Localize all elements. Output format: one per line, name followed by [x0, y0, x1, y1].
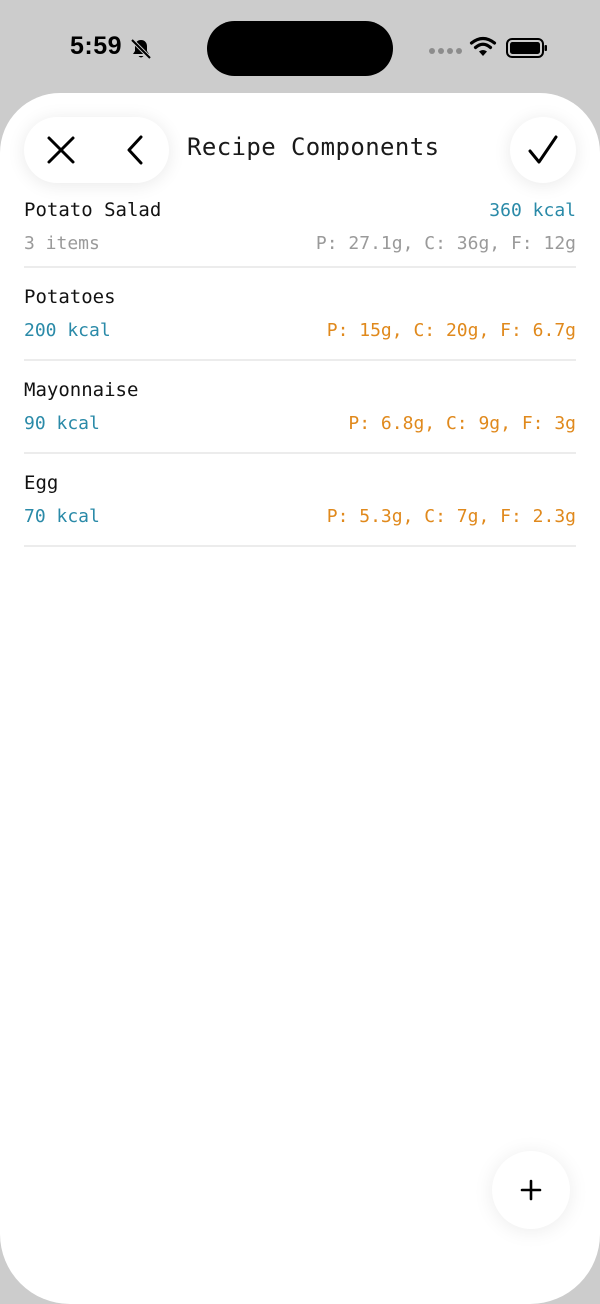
add-component-button[interactable]	[492, 1151, 570, 1229]
confirm-button[interactable]	[510, 117, 576, 183]
bell-slash-icon	[130, 38, 152, 60]
component-name: Mayonnaise	[24, 379, 139, 401]
component-macros: P: 5.3g, C: 7g, F: 2.3g	[326, 506, 576, 527]
close-button[interactable]	[36, 125, 86, 175]
close-icon	[47, 136, 75, 164]
status-bar: 5:59	[0, 0, 600, 92]
component-kcal: 200 kcal	[24, 320, 111, 341]
chevron-left-icon	[127, 135, 143, 165]
list-item[interactable]: Egg 70 kcal P: 5.3g, C: 7g, F: 2.3g	[24, 454, 576, 547]
recipe-sheet: Recipe Components Potato Salad 360 kcal …	[0, 93, 600, 1304]
page-title: Recipe Components	[187, 133, 440, 161]
recipe-kcal: 360 kcal	[489, 200, 576, 221]
battery-icon	[506, 38, 547, 58]
component-macros: P: 15g, C: 20g, F: 6.7g	[326, 320, 576, 341]
wifi-icon	[469, 36, 497, 56]
component-kcal: 70 kcal	[24, 506, 100, 527]
signal-icon	[429, 48, 462, 54]
recipe-summary-row[interactable]: Potato Salad 360 kcal 3 items P: 27.1g, …	[24, 193, 576, 268]
checkmark-icon	[528, 135, 558, 164]
status-time: 5:59	[70, 32, 123, 60]
back-button[interactable]	[110, 125, 160, 175]
components-list: Potato Salad 360 kcal 3 items P: 27.1g, …	[24, 193, 576, 547]
item-count: 3 items	[24, 233, 100, 254]
recipe-macros: P: 27.1g, C: 36g, F: 12g	[315, 233, 576, 254]
component-macros: P: 6.8g, C: 9g, F: 3g	[348, 413, 576, 434]
list-item[interactable]: Potatoes 200 kcal P: 15g, C: 20g, F: 6.7…	[24, 268, 576, 361]
toolbar-pill	[24, 117, 169, 183]
plus-icon	[520, 1179, 542, 1201]
recipe-name: Potato Salad	[24, 199, 162, 221]
dynamic-island	[207, 21, 393, 76]
component-kcal: 90 kcal	[24, 413, 100, 434]
component-name: Potatoes	[24, 286, 116, 308]
list-item[interactable]: Mayonnaise 90 kcal P: 6.8g, C: 9g, F: 3g	[24, 361, 576, 454]
component-name: Egg	[24, 472, 59, 494]
